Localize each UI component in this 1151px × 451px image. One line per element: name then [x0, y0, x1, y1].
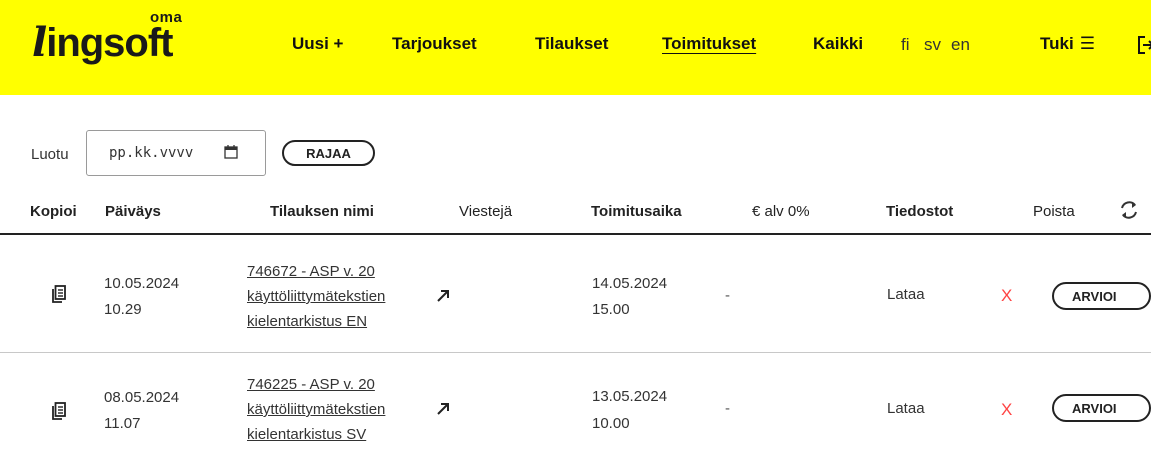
filter-button[interactable]: RAJAA [282, 140, 375, 166]
row-date: 10.05.2024 [104, 275, 180, 292]
order-name-link[interactable]: 746672 - ASP v. 20 käyttöliittymätekstie… [247, 259, 437, 334]
lang-sv[interactable]: sv [924, 35, 941, 55]
download-link[interactable]: Lataa [887, 400, 925, 417]
nav-new[interactable]: Uusi + [292, 34, 344, 54]
header-price: € alv 0% [752, 203, 810, 220]
hamburger-icon: ☰ [1079, 34, 1095, 53]
date-placeholder: pp.kk.vvvv [109, 145, 194, 161]
header-files: Tiedostot [886, 203, 954, 220]
external-link-icon[interactable] [436, 402, 450, 416]
table-header-divider [0, 233, 1151, 235]
rate-button[interactable]: ARVIOI [1052, 282, 1151, 310]
header-date[interactable]: Päiväys [105, 203, 161, 220]
row-time: 11.07 [104, 415, 141, 432]
support-menu[interactable]: Tuki ☰ [1040, 34, 1095, 54]
lang-fi[interactable]: fi [901, 35, 910, 55]
copy-icon[interactable] [52, 285, 66, 303]
header-delivery-time[interactable]: Toimitusaika [591, 203, 682, 220]
nav-all[interactable]: Kaikki [813, 34, 863, 54]
delete-button[interactable]: X [1001, 400, 1012, 420]
header-delete: Poista [1033, 203, 1075, 220]
support-label: Tuki [1040, 34, 1074, 53]
price-value: - [725, 400, 730, 417]
top-bar: oma lingsoft Uusi + Tarjoukset Tilaukset… [0, 0, 1151, 95]
row-date: 08.05.2024 [104, 389, 180, 406]
header-copy: Kopioi [30, 203, 77, 220]
header-messages: Viestejä [459, 203, 513, 220]
lingsoft-logo[interactable]: oma lingsoft [32, 5, 222, 80]
row-divider [0, 352, 1151, 353]
copy-icon[interactable] [52, 402, 66, 420]
download-link[interactable]: Lataa [887, 286, 925, 303]
calendar-icon[interactable] [224, 145, 238, 159]
delivery-time: 15.00 [592, 301, 630, 318]
delete-button[interactable]: X [1001, 286, 1012, 306]
refresh-icon[interactable] [1118, 199, 1140, 221]
logout-icon[interactable] [1138, 36, 1151, 54]
header-order-name[interactable]: Tilauksen nimi [270, 203, 374, 220]
row-time: 10.29 [104, 301, 142, 318]
external-link-icon[interactable] [436, 289, 450, 303]
delivery-date: 14.05.2024 [592, 275, 668, 292]
price-value: - [725, 287, 730, 304]
nav-offers[interactable]: Tarjoukset [392, 34, 477, 54]
order-name-link[interactable]: 746225 - ASP v. 20 käyttöliittymätekstie… [247, 372, 437, 447]
created-date-input[interactable]: pp.kk.vvvv [86, 130, 266, 176]
lang-en[interactable]: en [951, 35, 970, 55]
delivery-time: 10.00 [592, 415, 630, 432]
rate-button[interactable]: ARVIOI [1052, 394, 1151, 422]
created-filter-label: Luotu [31, 146, 69, 163]
nav-deliveries[interactable]: Toimitukset [662, 34, 756, 54]
nav-orders[interactable]: Tilaukset [535, 34, 608, 54]
delivery-date: 13.05.2024 [592, 388, 668, 405]
logo-wordmark: lingsoft [32, 19, 174, 66]
